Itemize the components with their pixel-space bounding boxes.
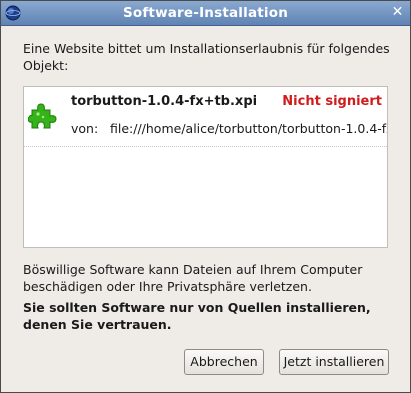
item-filename: torbutton-1.0.4-fx+tb.xpi: [71, 94, 258, 109]
puzzle-piece-icon: [28, 103, 57, 129]
intro-text: Eine Website bittet um Installationserla…: [23, 41, 390, 73]
signature-status: Nicht signiert: [282, 94, 382, 109]
install-now-button[interactable]: Jetzt installieren: [279, 349, 389, 375]
window-title: Software-Installation: [122, 5, 289, 21]
cancel-button[interactable]: Abbrechen: [184, 349, 264, 375]
title-bar[interactable]: Software-Installation ✕: [1, 1, 410, 26]
source-url: file:///home/alice/torbutton/torbutton-1…: [110, 121, 387, 136]
source-label: von:: [71, 121, 99, 136]
close-icon[interactable]: ✕: [390, 5, 405, 20]
install-item-list[interactable]: torbutton-1.0.4-fx+tb.xpi Nicht signiert…: [23, 86, 388, 248]
advice-text: Sie sollten Software nur von Quellen ins…: [23, 300, 371, 332]
installation-dialog: Software-Installation ✕ Eine Website bit…: [0, 0, 411, 393]
warning-text: Böswillige Software kann Dateien auf Ihr…: [23, 262, 363, 294]
list-item[interactable]: torbutton-1.0.4-fx+tb.xpi Nicht signiert…: [24, 87, 387, 147]
